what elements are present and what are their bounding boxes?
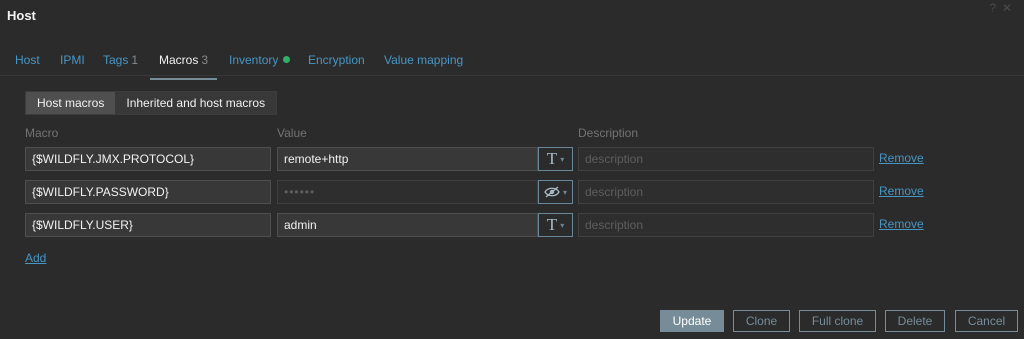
status-dot-icon bbox=[283, 56, 291, 63]
remove-link[interactable]: Remove bbox=[879, 184, 924, 198]
tab-label: Macros bbox=[159, 53, 199, 67]
value-type-button[interactable]: ▾ bbox=[538, 180, 573, 204]
chevron-down-icon: ▾ bbox=[562, 187, 567, 197]
delete-button[interactable]: Delete bbox=[885, 310, 945, 332]
tab-label: Tags bbox=[103, 53, 129, 67]
inherited-macros-option[interactable]: Inherited and host macros bbox=[115, 92, 277, 114]
tab-label: Host bbox=[15, 53, 40, 67]
macro-row: {$WILDFLY.JMX.PROTOCOL} remote+http T ▾ d… bbox=[0, 147, 1024, 171]
tab-count: 3 bbox=[201, 53, 209, 67]
tab-host[interactable]: Host bbox=[15, 53, 40, 75]
macro-value-input[interactable]: •••••• bbox=[277, 180, 538, 204]
macro-name-input[interactable]: {$WILDFLY.JMX.PROTOCOL} bbox=[25, 147, 271, 171]
update-button[interactable]: Update bbox=[660, 310, 724, 332]
tab-value-mapping[interactable]: Value mapping bbox=[384, 53, 463, 75]
tab-inventory[interactable]: Inventory bbox=[229, 53, 291, 75]
macro-description-input[interactable]: description bbox=[578, 147, 874, 171]
eye-slash-icon bbox=[544, 186, 560, 198]
column-header-description: Description bbox=[578, 126, 639, 140]
chevron-down-icon: ▾ bbox=[560, 154, 565, 164]
column-header-value: Value bbox=[277, 126, 307, 140]
macro-description-input[interactable]: description bbox=[578, 213, 874, 237]
macro-value-input[interactable]: remote+http bbox=[277, 147, 538, 171]
tab-label: Encryption bbox=[308, 53, 365, 67]
full-clone-button[interactable]: Full clone bbox=[799, 310, 876, 332]
macro-row: {$WILDFLY.PASSWORD} •••••• ▾ description… bbox=[0, 180, 1024, 204]
add-macro-link[interactable]: Add bbox=[25, 251, 46, 265]
value-type-button[interactable]: T ▾ bbox=[538, 213, 573, 237]
text-type-icon: T bbox=[546, 149, 558, 168]
tab-encryption[interactable]: Encryption bbox=[308, 53, 365, 75]
remove-link[interactable]: Remove bbox=[879, 151, 924, 165]
column-header-macro: Macro bbox=[25, 126, 59, 140]
help-icon[interactable]: ? bbox=[989, 1, 1002, 15]
macro-value-input[interactable]: admin bbox=[277, 213, 538, 237]
macro-name-input[interactable]: {$WILDFLY.PASSWORD} bbox=[25, 180, 271, 204]
chevron-down-icon: ▾ bbox=[560, 220, 565, 230]
dialog-title: Host bbox=[7, 8, 36, 23]
macro-name-input[interactable]: {$WILDFLY.USER} bbox=[25, 213, 271, 237]
tab-count: 1 bbox=[131, 53, 139, 67]
macro-row: {$WILDFLY.USER} admin T ▾ description Rem… bbox=[0, 213, 1024, 237]
value-type-button[interactable]: T ▾ bbox=[538, 147, 573, 171]
tab-ipmi[interactable]: IPMI bbox=[60, 53, 85, 75]
tab-label: Value mapping bbox=[384, 53, 464, 67]
dialog-header: Host ?✕ bbox=[0, 0, 1024, 34]
tab-label: Inventory bbox=[229, 53, 279, 67]
clone-button[interactable]: Clone bbox=[733, 310, 790, 332]
host-macros-option[interactable]: Host macros bbox=[26, 92, 116, 114]
tab-bar: Host IPMI Tags 1 Macros 3 Inventory Encryp… bbox=[0, 48, 1024, 80]
close-icon[interactable]: ✕ bbox=[1002, 1, 1018, 15]
macro-view-toggle: Host macros Inherited and host macros bbox=[25, 91, 278, 115]
header-icons: ?✕ bbox=[989, 1, 1018, 15]
tab-label: IPMI bbox=[60, 53, 85, 67]
cancel-button[interactable]: Cancel bbox=[955, 310, 1018, 332]
tab-macros[interactable]: Macros 3 bbox=[150, 53, 218, 80]
text-type-icon: T bbox=[546, 215, 558, 234]
tab-tags[interactable]: Tags 1 bbox=[103, 53, 138, 75]
macro-description-input[interactable]: description bbox=[578, 180, 874, 204]
remove-link[interactable]: Remove bbox=[879, 217, 924, 231]
